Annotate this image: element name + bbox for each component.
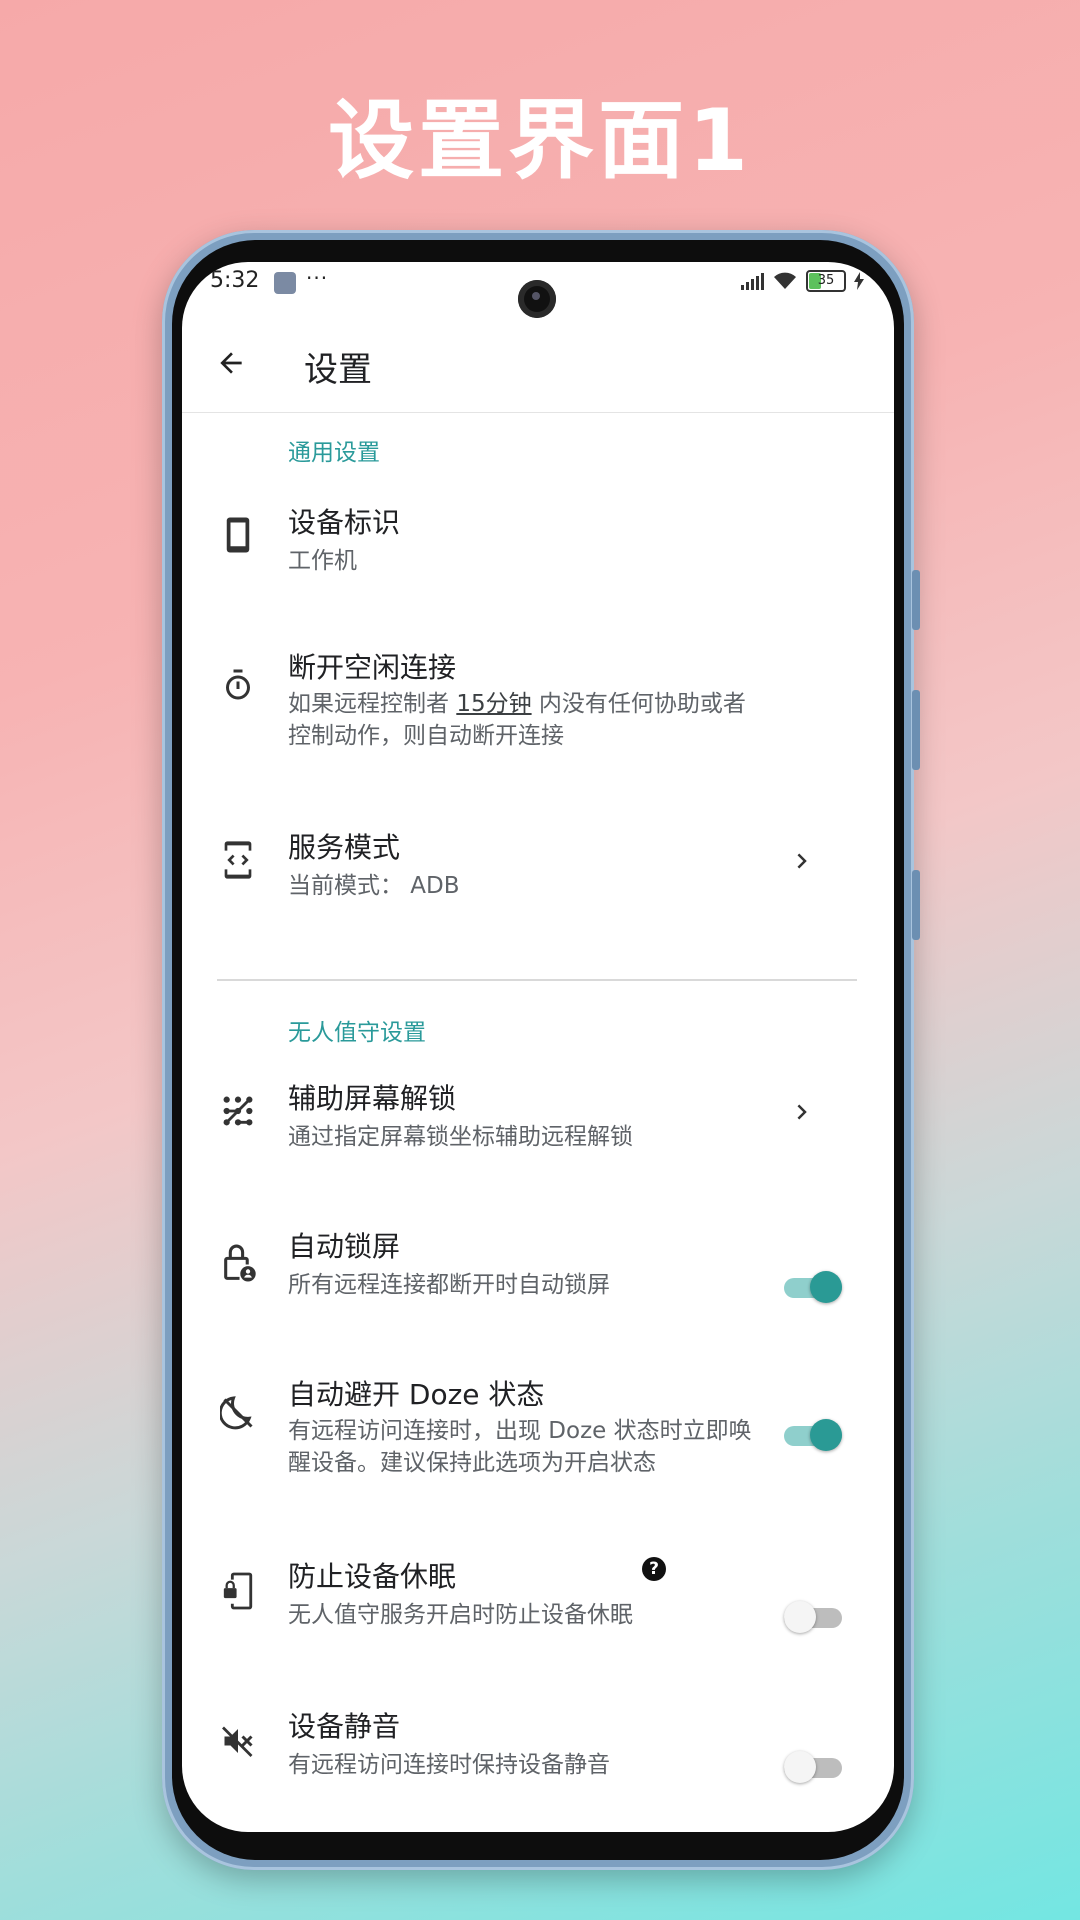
setting-avoid-doze[interactable]: 自动避开 Doze 状态 有远程访问连接时，出现 Doze 状态时立即唤醒设备。… [182, 1365, 894, 1505]
signal-icon [741, 272, 764, 290]
setting-subtitle: 如果远程控制者 15分钟 内没有任何协助或者控制动作，则自动断开连接 [288, 691, 746, 749]
setting-subtitle: 无人值守服务开启时防止设备休眠 [288, 1602, 633, 1628]
chevron-right-icon [797, 853, 807, 869]
chevron-right-icon [797, 1104, 807, 1120]
app-toolbar: 设置 [182, 312, 894, 413]
setting-title: 自动避开 Doze 状态 [288, 1378, 545, 1411]
back-button[interactable] [208, 340, 254, 386]
setting-prevent-sleep[interactable]: 防止设备休眠 ? 无人值守服务开启时防止设备休眠 [182, 1547, 894, 1667]
setting-subtitle: 通过指定屏幕锁坐标辅助远程解锁 [288, 1124, 633, 1150]
volume-off-icon [218, 1721, 258, 1761]
page-title: 设置 [304, 350, 372, 390]
setting-mute[interactable]: 设备静音 有远程访问连接时保持设备静音 [182, 1697, 894, 1817]
arrow-left-icon [220, 352, 242, 374]
help-icon[interactable]: ? [642, 1557, 666, 1581]
doze-icon [218, 1393, 258, 1433]
setting-device-id[interactable]: 设备标识 工作机 [182, 493, 894, 613]
charging-icon [854, 272, 864, 290]
app-screen: 5:32 ··· 35 设置 通用设置 设备标识 工作机 断开空闲连接 如果远程… [182, 262, 894, 1832]
setting-subtitle: 当前模式： ADB [288, 873, 460, 899]
timer-icon [218, 666, 258, 706]
section-header-unattended: 无人值守设置 [288, 1020, 426, 1046]
prevent-sleep-toggle[interactable] [784, 1597, 842, 1637]
setting-service-mode[interactable]: 服务模式 当前模式： ADB [182, 818, 894, 938]
lock-person-icon [218, 1243, 258, 1283]
phone-lock-icon [218, 1571, 258, 1611]
wrench-icon [274, 272, 296, 294]
avoid-doze-toggle[interactable] [784, 1415, 842, 1455]
section-header-general: 通用设置 [288, 440, 380, 466]
setting-title: 自动锁屏 [288, 1230, 401, 1263]
setting-auto-lock[interactable]: 自动锁屏 所有远程连接都断开时自动锁屏 [182, 1217, 894, 1337]
setting-screen-unlock[interactable]: 辅助屏幕解锁 通过指定屏幕锁坐标辅助远程解锁 [182, 1069, 894, 1189]
setting-title: 防止设备休眠 [288, 1560, 457, 1593]
more-notifications: ··· [306, 266, 329, 290]
banner-title: 设置界面1 [328, 91, 752, 191]
mute-toggle[interactable] [784, 1747, 842, 1787]
section-divider [217, 979, 857, 981]
setting-title: 服务模式 [288, 831, 401, 864]
phone-icon [218, 515, 258, 555]
wifi-icon [774, 272, 796, 289]
status-time: 5:32 [210, 268, 260, 293]
setting-subtitle: 所有远程连接都断开时自动锁屏 [288, 1272, 610, 1298]
setting-title: 断开空闲连接 [288, 651, 457, 684]
setting-title: 设备标识 [288, 506, 401, 539]
setting-idle-disconnect[interactable]: 断开空闲连接 如果远程控制者 15分钟 内没有任何协助或者控制动作，则自动断开连… [182, 638, 894, 778]
setting-subtitle: 有远程访问连接时保持设备静音 [288, 1752, 610, 1778]
setting-subtitle: 工作机 [288, 548, 357, 574]
setting-title: 辅助屏幕解锁 [288, 1082, 457, 1115]
idle-timeout-link[interactable]: 15分钟 [456, 691, 531, 717]
battery-icon: 35 [806, 270, 846, 292]
pattern-icon [218, 1091, 258, 1131]
auto-lock-toggle[interactable] [784, 1267, 842, 1307]
code-phone-icon [218, 840, 258, 880]
setting-subtitle: 有远程访问连接时，出现 Doze 状态时立即唤醒设备。建议保持此选项为开启状态 [288, 1418, 752, 1476]
setting-title: 设备静音 [288, 1710, 401, 1743]
